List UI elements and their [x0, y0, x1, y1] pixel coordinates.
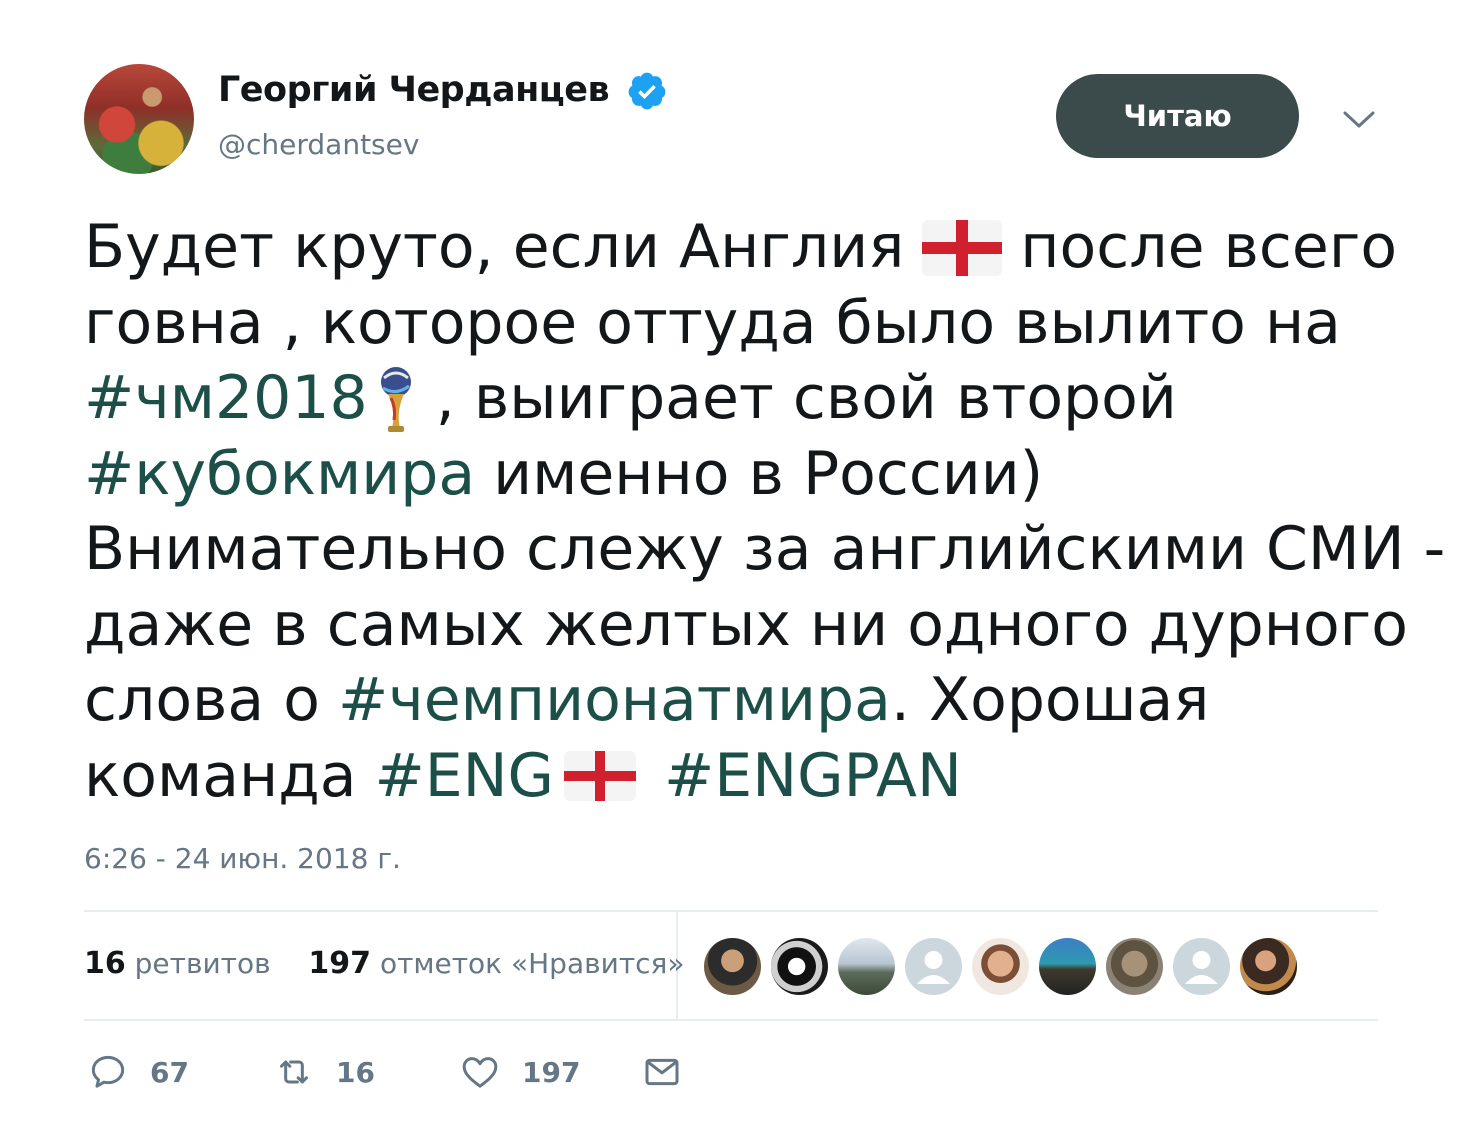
- tweet-text: Будет круто, если Англия после всего гов…: [84, 210, 1445, 815]
- england-flag-icon: [922, 219, 1003, 276]
- tweet-text-segment: слова о: [84, 665, 320, 735]
- likers-avatars: [704, 938, 1297, 995]
- retweet-count: 16: [336, 1055, 375, 1089]
- reply-count: 67: [150, 1055, 189, 1089]
- liker-avatar[interactable]: [1106, 938, 1163, 995]
- liker-avatar[interactable]: [1240, 938, 1297, 995]
- likes-label[interactable]: отметок «Нравится»: [380, 947, 685, 980]
- liker-avatar[interactable]: [905, 938, 962, 995]
- tweet-text-segment: команда: [84, 740, 357, 811]
- hashtag-link[interactable]: #кубокмира: [84, 437, 475, 513]
- author-handle[interactable]: @cherdantsev: [218, 128, 419, 161]
- tweet-timestamp[interactable]: 6:26 - 24 июн. 2018 г.: [84, 842, 401, 875]
- liker-avatar[interactable]: [704, 938, 761, 995]
- tweet-text-segment: . Хорошая: [890, 665, 1210, 735]
- tweet-text-segment: именно в России): [493, 438, 1044, 509]
- likes-count[interactable]: 197: [308, 946, 371, 981]
- envelope-icon: [645, 1058, 679, 1086]
- following-button[interactable]: Читаю: [1056, 74, 1299, 158]
- reply-icon: [91, 1055, 125, 1088]
- england-flag-icon: [564, 751, 637, 802]
- hashtag-link[interactable]: #ENGPAN: [664, 739, 962, 815]
- direct-message-action[interactable]: [642, 1052, 682, 1092]
- hashtag-link[interactable]: #чемпионатмира: [338, 663, 891, 739]
- divider: [84, 910, 1378, 912]
- liker-avatar[interactable]: [771, 938, 828, 995]
- like-count: 197: [522, 1055, 581, 1089]
- default-avatar-icon: [1185, 951, 1218, 984]
- retweet-icon: [280, 1060, 308, 1084]
- tweet-text-segment: говна , которое оттуда было вылито на: [84, 287, 1341, 358]
- like-action[interactable]: 197: [460, 1052, 580, 1092]
- liker-avatar[interactable]: [1173, 938, 1230, 995]
- tweet-text-segment: Будет круто, если Англия: [84, 212, 905, 282]
- hashtag-link[interactable]: #ENG: [374, 739, 554, 815]
- chevron-down-icon[interactable]: [1340, 105, 1378, 133]
- reply-action[interactable]: 67: [88, 1052, 189, 1092]
- divider: [84, 1019, 1378, 1021]
- liker-avatar[interactable]: [838, 938, 895, 995]
- verified-badge-icon: [628, 72, 666, 110]
- heart-icon: [462, 1057, 498, 1088]
- tweet-text-segment: после всего: [1020, 212, 1398, 282]
- retweets-label[interactable]: ретвитов: [135, 947, 271, 980]
- retweet-action[interactable]: 16: [274, 1052, 375, 1092]
- default-avatar-icon: [917, 951, 950, 984]
- hashtag-link[interactable]: #чм2018: [84, 361, 368, 437]
- tweet-text-segment: Внимательно слежу за английскими СМИ -: [84, 514, 1446, 584]
- tweet-text-segment: , выиграет свой второй: [435, 363, 1177, 433]
- author-name[interactable]: Георгий Черданцев: [218, 70, 610, 110]
- world-cup-trophy-icon: [380, 366, 411, 432]
- retweets-count[interactable]: 16: [84, 946, 126, 981]
- tweet-stats: 16 ретвитов 197 отметок «Нравится»: [84, 946, 685, 981]
- author-avatar[interactable]: [84, 64, 194, 174]
- liker-avatar[interactable]: [1039, 938, 1096, 995]
- tweet-text-segment: даже в самых желтых ни одного дурного: [84, 589, 1408, 660]
- liker-avatar[interactable]: [972, 938, 1029, 995]
